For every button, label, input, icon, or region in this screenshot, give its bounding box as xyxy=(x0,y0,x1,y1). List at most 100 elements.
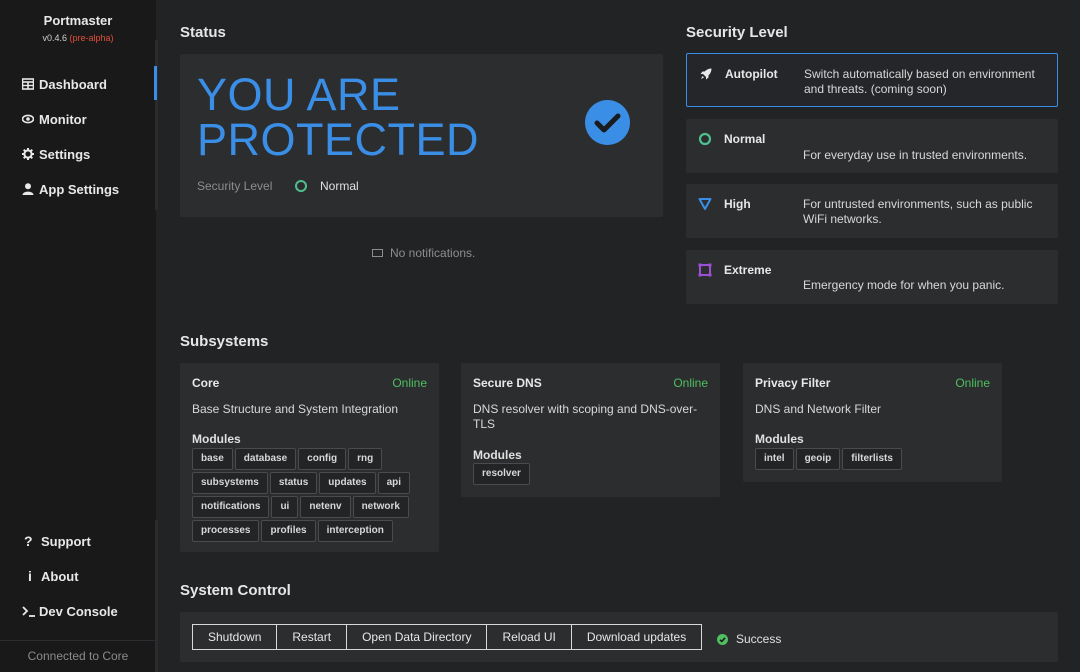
notifications-text: No notifications. xyxy=(390,246,476,260)
module-tag: rng xyxy=(348,448,383,470)
eye-icon xyxy=(22,114,34,124)
module-list: base database config rng subsystems status upd… xyxy=(192,448,432,542)
level-name: Normal xyxy=(724,132,766,146)
module-tag: network xyxy=(352,496,409,518)
release-channel: (pre-alpha) xyxy=(69,33,114,43)
level-desc: Switch automatically based on environmen… xyxy=(804,67,1035,96)
restart-button[interactable]: Restart xyxy=(276,624,348,650)
module-tag: base xyxy=(192,448,233,470)
module-tag: status xyxy=(269,472,318,494)
module-tag: intel xyxy=(755,448,794,470)
square-icon xyxy=(698,263,712,277)
nav-monitor-label: Monitor xyxy=(39,111,87,127)
nav-app-settings-label: App Settings xyxy=(39,181,120,197)
module-tag: updates xyxy=(319,472,376,494)
nav-dashboard-label: Dashboard xyxy=(39,76,107,92)
level-name: Extreme xyxy=(724,263,772,277)
shutdown-button[interactable]: Shutdown xyxy=(192,624,278,650)
level-desc: Emergency mode for when you panic. xyxy=(803,278,1005,292)
nav-about[interactable]: i About xyxy=(24,566,79,586)
subsystem-privacy-filter: Privacy Filter Online DNS and Network Fi… xyxy=(743,363,1002,482)
gear-icon xyxy=(22,148,34,160)
download-updates-button[interactable]: Download updates xyxy=(570,624,703,650)
system-control-title: System Control xyxy=(180,582,291,599)
module-tag: netenv xyxy=(300,496,351,518)
success-check-icon xyxy=(717,633,728,645)
open-data-directory-button[interactable]: Open Data Directory xyxy=(346,624,488,650)
protected-check-icon xyxy=(585,100,630,145)
envelope-icon xyxy=(372,249,383,257)
module-tag: api xyxy=(377,472,411,494)
module-tag: profiles xyxy=(261,520,316,542)
module-list: resolver xyxy=(473,463,713,485)
nav-support[interactable]: ? Support xyxy=(24,531,91,551)
notifications-area: No notifications. xyxy=(372,246,475,260)
security-level-label: Security Level xyxy=(197,179,273,193)
level-desc: For everyday use in trusted environments… xyxy=(803,148,1028,162)
module-tag: processes xyxy=(192,520,260,542)
dashboard-icon xyxy=(22,78,34,90)
nav-dev-console-label: Dev Console xyxy=(39,603,118,619)
subsystem-desc: Base Structure and System Integration xyxy=(192,402,399,416)
nav-dashboard[interactable]: Dashboard xyxy=(22,74,107,94)
connection-status: Connected to Core xyxy=(0,640,156,672)
protection-headline: YOU ARE PROTECTED xyxy=(197,72,537,162)
triangle-icon xyxy=(698,198,712,210)
subsystem-name: Privacy Filter xyxy=(755,376,831,390)
circle-icon xyxy=(698,132,712,146)
rocket-icon xyxy=(700,68,712,80)
level-high[interactable]: High For untrusted environments, such as… xyxy=(686,184,1058,238)
module-tag: config xyxy=(298,448,347,470)
question-icon: ? xyxy=(24,533,33,549)
module-tag: geoip xyxy=(795,448,841,470)
level-name: High xyxy=(724,197,751,211)
info-icon: i xyxy=(28,568,32,584)
version-number: v0.4.6 xyxy=(42,33,67,43)
subsystem-status: Online xyxy=(673,376,708,390)
headline-line2: PROTECTED xyxy=(197,114,480,165)
module-tag: notifications xyxy=(192,496,270,518)
subsystems-title: Subsystems xyxy=(180,333,269,350)
user-icon xyxy=(22,183,34,195)
nav-app-settings[interactable]: App Settings xyxy=(22,179,119,199)
level-desc: For untrusted environments, such as publ… xyxy=(803,197,1033,226)
level-name: Autopilot xyxy=(725,67,778,81)
level-normal[interactable]: Normal For everyday use in trusted envir… xyxy=(686,119,1058,173)
headline-line1: YOU ARE xyxy=(197,69,401,120)
level-extreme[interactable]: Extreme Emergency mode for when you pani… xyxy=(686,250,1058,304)
module-tag: resolver xyxy=(473,463,530,485)
nav-settings[interactable]: Settings xyxy=(22,144,90,164)
security-level-title: Security Level xyxy=(686,24,788,41)
nav-settings-label: Settings xyxy=(39,146,91,162)
subsystem-name: Secure DNS xyxy=(473,376,542,390)
subsystem-desc: DNS resolver with scoping and DNS-over-T… xyxy=(473,402,698,431)
module-list: intel geoip filterlists xyxy=(755,448,995,470)
nav-support-label: Support xyxy=(41,533,91,549)
module-tag: filterlists xyxy=(842,448,902,470)
modules-label: Modules xyxy=(192,432,241,446)
modules-label: Modules xyxy=(473,448,522,462)
subsystem-desc: DNS and Network Filter xyxy=(755,402,882,416)
sidebar: Portmaster v0.4.6 (pre-alpha) Dashboard … xyxy=(0,0,156,672)
nav-about-label: About xyxy=(41,568,79,584)
reload-ui-button[interactable]: Reload UI xyxy=(486,624,572,650)
subsystem-core: Core Online Base Structure and System In… xyxy=(180,363,439,552)
app-version: v0.4.6 (pre-alpha) xyxy=(0,33,156,43)
module-tag: ui xyxy=(271,496,299,518)
terminal-icon xyxy=(22,606,35,617)
brand: Portmaster v0.4.6 (pre-alpha) xyxy=(0,13,156,43)
active-nav-indicator xyxy=(154,66,157,100)
security-level-value: Normal xyxy=(320,179,359,193)
level-autopilot[interactable]: Autopilot Switch automatically based on … xyxy=(686,53,1058,107)
nav-monitor[interactable]: Monitor xyxy=(22,109,87,129)
modules-label: Modules xyxy=(755,432,804,446)
subsystem-status: Online xyxy=(955,376,990,390)
subsystem-name: Core xyxy=(192,376,220,390)
nav-dev-console[interactable]: Dev Console xyxy=(22,601,118,621)
control-result-text: Success xyxy=(736,632,782,646)
status-card: YOU ARE PROTECTED Security Level Normal xyxy=(180,54,663,217)
app-name: Portmaster xyxy=(43,13,113,28)
system-control-bar: Shutdown Restart Open Data Directory Rel… xyxy=(180,612,1058,662)
module-tag: interception xyxy=(317,520,393,542)
subsystem-secure-dns: Secure DNS Online DNS resolver with scop… xyxy=(461,363,720,497)
